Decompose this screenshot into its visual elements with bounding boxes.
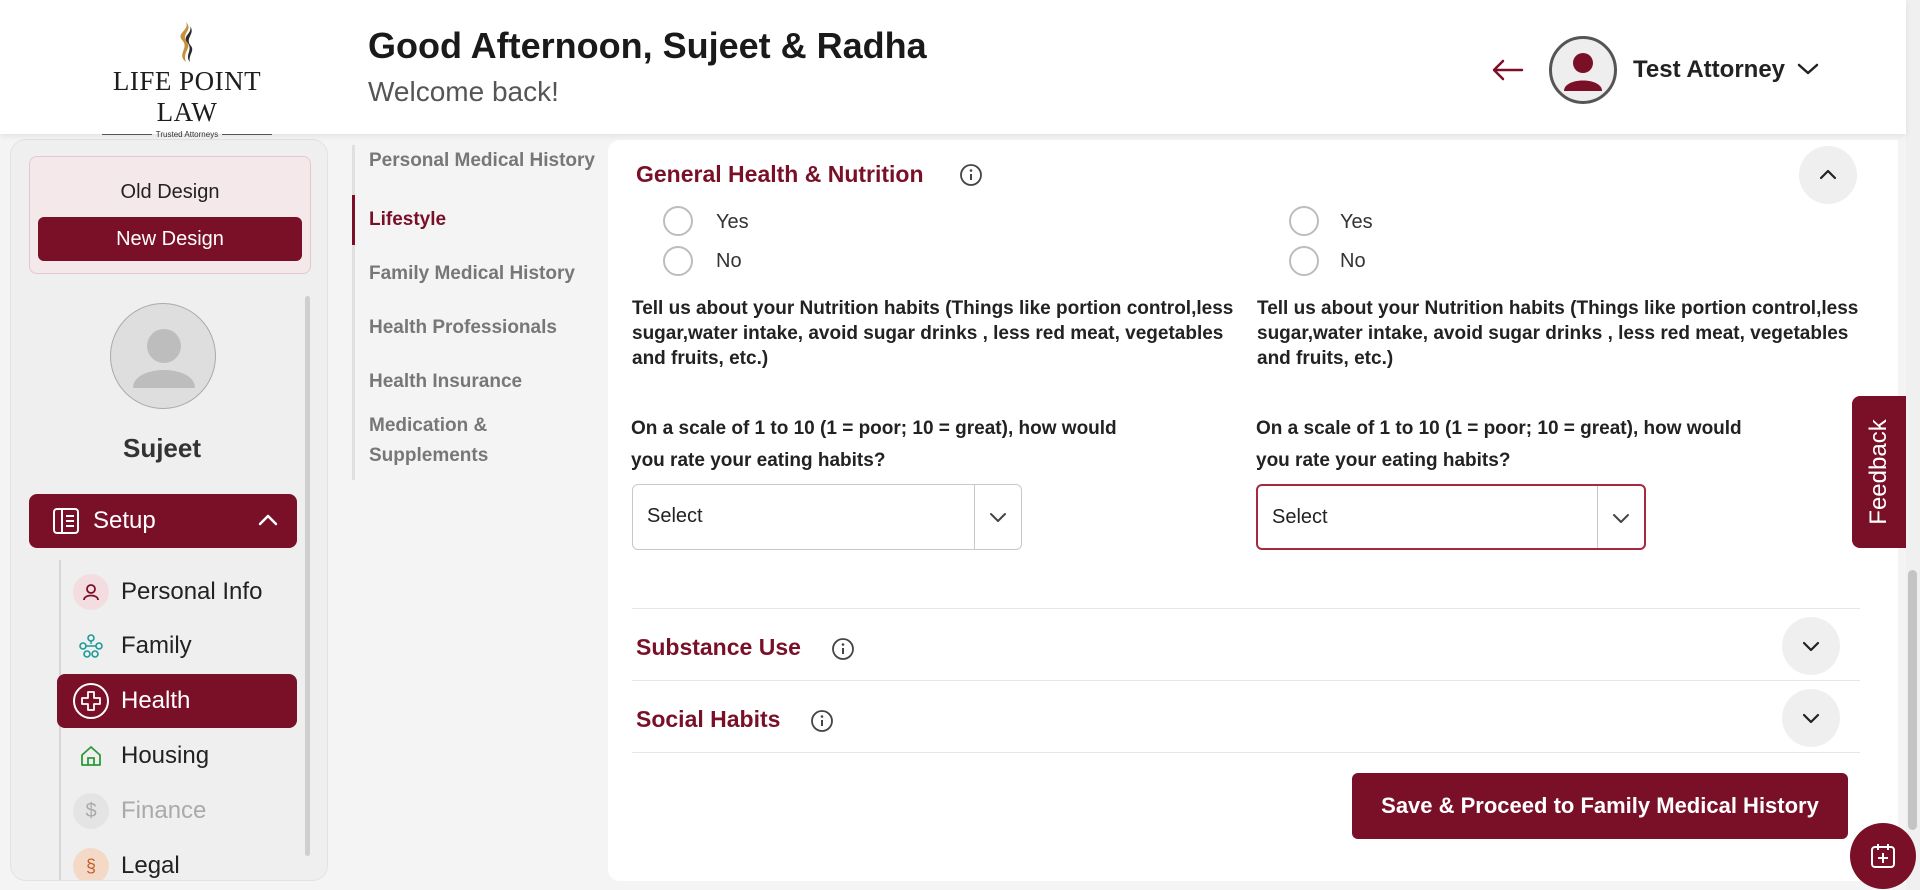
radio-no-right[interactable] [1289,246,1319,276]
back-arrow-icon[interactable] [1490,56,1526,84]
sidebar-item-finance[interactable]: $ Finance [57,784,297,838]
section-title-substance-use[interactable]: Substance Use [636,634,801,661]
save-proceed-button[interactable]: Save & Proceed to Family Medical History [1352,773,1848,839]
scale-question-left-line2: you rate your eating habits? [631,450,886,471]
nutrition-question-right: Tell us about your Nutrition habits (Thi… [1257,298,1859,369]
dollar-icon: $ [73,793,109,829]
sidebar: Old Design New Design Sujeet Setup Perso… [10,139,328,881]
logo-text: LIFE POINT LAW [112,66,262,127]
logo-tagline: Trusted Attorneys [84,130,290,139]
sidebar-item-health[interactable]: Health [57,674,297,728]
info-icon[interactable] [810,709,834,733]
section-divider [632,752,1860,753]
logo-flame-icon [180,22,193,62]
top-header: LIFE POINT LAW Trusted Attorneys Good Af… [0,0,1906,139]
chevron-down-icon [990,513,1006,522]
subnav-medication-supplements-line2[interactable]: Supplements [369,441,488,471]
sidebar-item-label: Personal Info [121,578,263,605]
sidebar-item-label: Housing [121,742,210,769]
sidebar-item-label: Family [121,632,192,659]
sidebar-item-family[interactable]: Family [57,619,297,673]
sidebar-item-label: Legal [121,852,180,879]
expand-substance-use-button[interactable] [1782,617,1840,675]
radio-no-label: No [1340,250,1366,272]
sidebar-item-label: Finance [121,797,207,824]
info-icon[interactable] [831,637,855,661]
chevron-down-icon [1802,641,1820,652]
radio-yes-right[interactable] [1289,206,1319,236]
section-divider [632,680,1860,681]
person-icon [73,574,109,610]
radio-no-left[interactable] [663,246,693,276]
subnav-active-indicator [352,195,355,245]
section-divider [632,608,1860,609]
greeting-title: Good Afternoon, Sujeet & Radha [368,25,927,66]
scale-question-right-line1: On a scale of 1 to 10 (1 = poor; 10 = gr… [1256,418,1742,439]
info-icon[interactable] [959,163,983,187]
user-silhouette-icon [1564,53,1602,91]
radio-yes-label: Yes [1340,211,1373,233]
design-switcher: Old Design New Design [29,156,311,274]
chevron-down-icon [1802,713,1820,724]
scale-question-right-line2: you rate your eating habits? [1256,450,1511,471]
user-avatar[interactable] [1549,36,1617,104]
user-silhouette-icon [133,329,195,388]
page-scrollbar-thumb[interactable] [1908,570,1917,830]
sidebar-item-legal[interactable]: § Legal [57,839,297,880]
nutrition-question-left: Tell us about your Nutrition habits (Thi… [632,298,1234,369]
select-value: Select [647,505,703,527]
new-design-button[interactable]: New Design [38,217,302,261]
sidebar-item-personal-info[interactable]: Personal Info [57,565,297,619]
chevron-down-icon[interactable] [1795,60,1821,78]
sidebar-item-housing[interactable]: Housing [57,729,297,783]
radio-no-label: No [716,250,742,272]
expand-social-habits-button[interactable] [1782,689,1840,747]
welcome-subtitle: Welcome back! [368,76,559,107]
profile-name: Sujeet [122,433,202,463]
subnav-health-insurance[interactable]: Health Insurance [369,367,522,397]
subnav-personal-medical-history[interactable]: Personal Medical History [369,146,595,176]
old-design-option[interactable]: Old Design [30,181,310,204]
select-value: Select [1272,506,1328,528]
chevron-down-icon [1613,514,1629,523]
feedback-label: Feedback [1865,419,1892,525]
calendar-plus-icon [1871,844,1895,868]
section-title-social-habits[interactable]: Social Habits [636,706,780,733]
family-tree-icon [73,628,109,664]
setup-section-button[interactable]: Setup [29,494,297,548]
sidebar-item-label: Health [121,687,191,714]
chevron-up-icon [258,514,278,526]
legal-icon: § [73,848,109,880]
house-icon [73,738,109,774]
chevron-up-icon [1819,169,1837,180]
sidebar-scrollbar[interactable] [305,296,310,856]
profile-avatar [110,303,216,409]
company-logo[interactable]: LIFE POINT LAW Trusted Attorneys [84,20,290,139]
radio-yes-left[interactable] [663,206,693,236]
collapse-general-health-button[interactable] [1799,146,1857,204]
sidebar-panel-icon [53,508,79,534]
subnav-lifestyle[interactable]: Lifestyle [369,205,446,235]
subnav-medication-supplements[interactable]: Medication & [369,411,487,441]
health-cross-icon [73,683,109,719]
calendar-add-button[interactable] [1850,823,1916,889]
eating-habits-select-right[interactable]: Select [1256,484,1646,550]
user-name[interactable]: Test Attorney [1633,56,1785,84]
subnav-health-professionals[interactable]: Health Professionals [369,313,557,343]
setup-label: Setup [93,507,156,534]
scale-question-left-line1: On a scale of 1 to 10 (1 = poor; 10 = gr… [631,418,1117,439]
radio-yes-label: Yes [716,211,749,233]
feedback-tab[interactable]: Feedback [1852,396,1906,548]
subnav-family-medical-history[interactable]: Family Medical History [369,259,575,289]
section-title-general-health: General Health & Nutrition [636,161,924,187]
eating-habits-select-left[interactable]: Select [632,484,1022,550]
